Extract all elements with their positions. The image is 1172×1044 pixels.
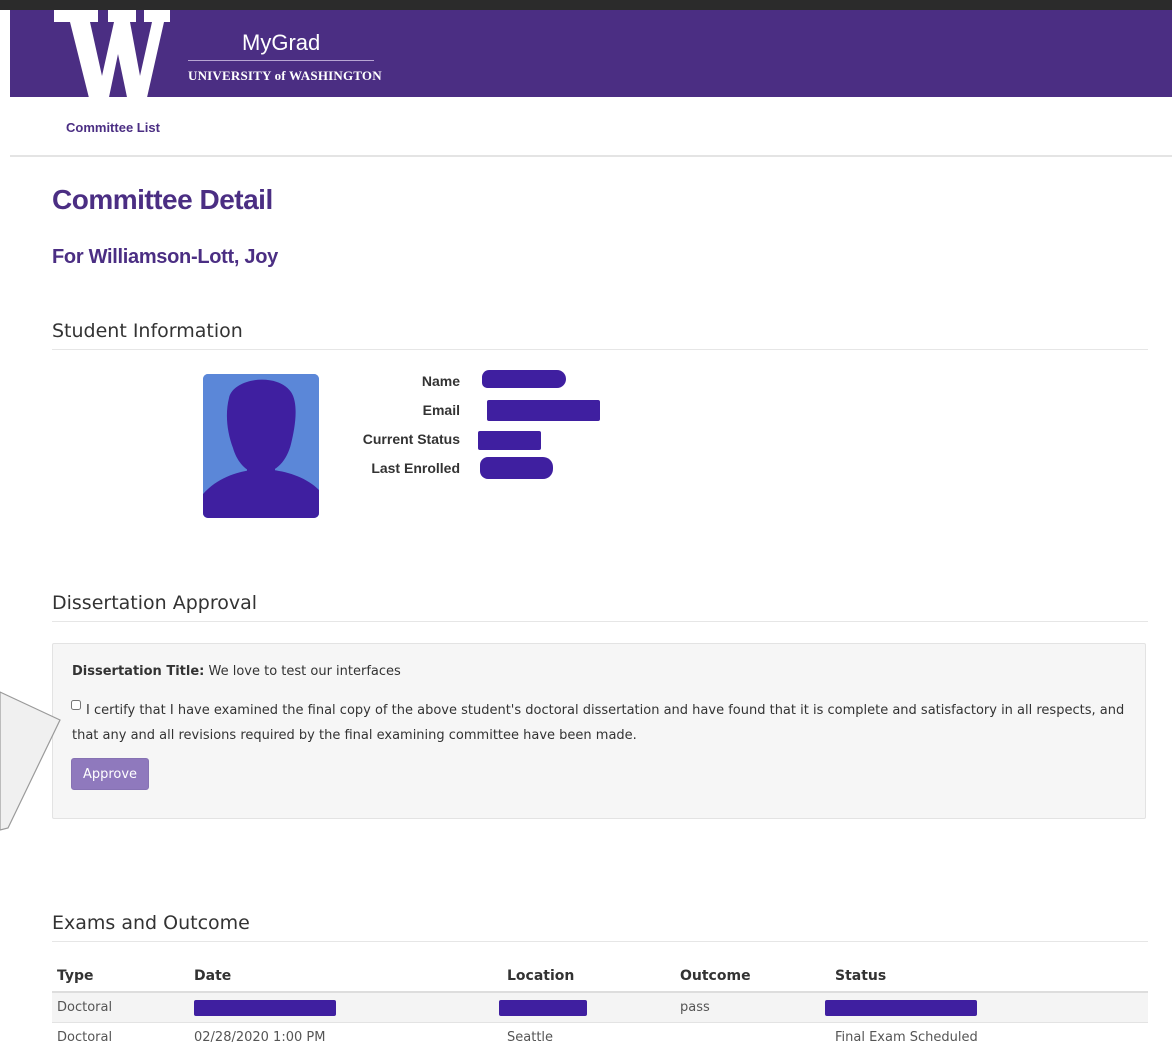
name-label: Name (421, 373, 460, 389)
exams-rule (52, 941, 1148, 942)
last-enrolled-label: Last Enrolled (371, 460, 460, 476)
exams-heading: Exams and Outcome (52, 912, 250, 934)
current-status-value-redacted (478, 431, 541, 450)
column-header-date: Date (189, 961, 502, 993)
exam-date-cell: 02/28/2020 1:00 PM (189, 1022, 502, 1044)
current-status-label: Current Status (362, 431, 460, 447)
dissertation-rule (52, 621, 1148, 622)
university-name: UNIVERSITY of WASHINGTON (188, 68, 382, 83)
table-row: Doctoral pass (52, 991, 1148, 1023)
header-divider (188, 60, 374, 61)
column-header-outcome: Outcome (675, 961, 830, 993)
email-label: Email (422, 402, 460, 418)
exam-outcome-cell (675, 1022, 830, 1044)
column-header-status: Status (830, 961, 1148, 993)
exam-location-redacted (499, 999, 587, 1016)
student-info-heading: Student Information (52, 320, 243, 342)
exam-date-cell (189, 991, 502, 1023)
app-title: MyGrad (242, 30, 321, 55)
email-value-redacted (487, 400, 600, 421)
exam-status-redacted (825, 999, 977, 1016)
approve-button[interactable]: Approve (71, 758, 149, 790)
exam-location-cell: Seattle (502, 1022, 675, 1044)
uw-w-logo-icon[interactable] (52, 4, 172, 108)
exam-status-cell (825, 991, 1148, 1023)
column-header-type: Type (52, 961, 189, 993)
exam-location-cell (499, 991, 675, 1023)
site-header: MyGrad UNIVERSITY of WASHINGTON (10, 10, 1172, 102)
nav-divider (10, 155, 1172, 157)
dissertation-heading: Dissertation Approval (52, 592, 258, 614)
table-header-row: Type Date Location Outcome Status (52, 961, 1148, 993)
exam-type-cell: Doctoral (52, 1022, 189, 1044)
column-header-location: Location (502, 961, 675, 993)
browser-top-bar (0, 0, 1172, 10)
exam-date-redacted (194, 999, 336, 1016)
exams-table: Type Date Location Outcome Status Doctor… (52, 961, 1148, 1044)
dissertation-title-label: Dissertation Title: (72, 664, 205, 679)
exam-type-cell: Doctoral (52, 991, 189, 1023)
exam-outcome-cell: pass (675, 991, 830, 1023)
last-enrolled-value-redacted (480, 457, 553, 479)
table-row: Doctoral 02/28/2020 1:00 PM Seattle Fina… (52, 1022, 1148, 1044)
student-info-rule (52, 349, 1148, 350)
certify-text: I certify that I have examined the final… (72, 703, 1125, 743)
name-value-redacted (482, 370, 566, 388)
committee-list-link[interactable]: Committee List (66, 120, 160, 135)
dissertation-title-line: Dissertation Title: We love to test our … (72, 664, 401, 679)
page: MyGrad UNIVERSITY of WASHINGTON Committe… (0, 0, 1172, 1044)
page-subtitle: For Williamson-Lott, Joy (52, 246, 278, 268)
exam-status-cell: Final Exam Scheduled (830, 1022, 1148, 1044)
dissertation-title-value: We love to test our interfaces (208, 664, 401, 679)
page-title: Committee Detail (52, 184, 273, 215)
callout-pointer-icon (0, 691, 61, 831)
